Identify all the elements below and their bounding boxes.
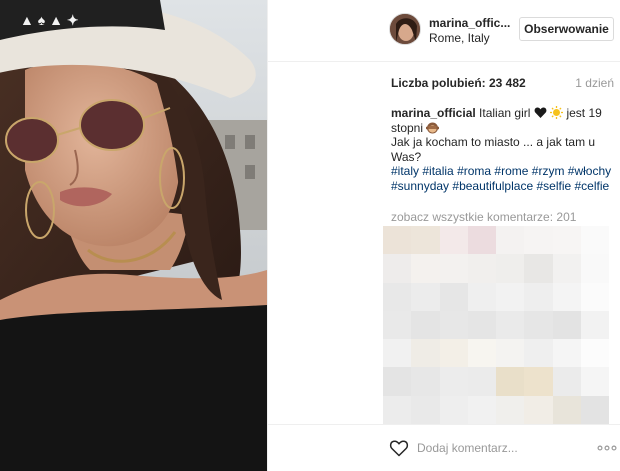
post-photo: ▲ ♠ ▲ ✦ xyxy=(0,0,267,471)
following-button[interactable]: Obserwowanie xyxy=(519,17,614,41)
black-heart-emoji xyxy=(534,107,547,118)
caption: marina_official Italian girl jest 19 sto… xyxy=(391,106,613,194)
hashtag-link[interactable]: #roma xyxy=(457,164,491,178)
add-comment-input[interactable] xyxy=(417,438,587,458)
post-time[interactable]: 1 dzień xyxy=(575,76,614,90)
hashtag-link[interactable]: #sunnyday xyxy=(391,179,449,193)
avatar[interactable] xyxy=(389,13,421,45)
hashtag-link[interactable]: #beautifulplace xyxy=(452,179,533,193)
comment-bar xyxy=(268,424,620,471)
avatar-image xyxy=(390,14,420,44)
view-all-comments-link[interactable]: zobacz wszystkie komentarze: 201 xyxy=(391,210,576,224)
more-options-icon[interactable] xyxy=(597,439,617,457)
hashtag-link[interactable]: #rzym xyxy=(532,164,565,178)
caption-text-part1: Italian girl xyxy=(479,106,531,120)
caption-text-line2: Jak ja kocham to miasto ... a jak tam u … xyxy=(391,135,596,164)
sun-emoji xyxy=(550,106,564,119)
hashtag-link[interactable]: #rome xyxy=(494,164,528,178)
heart-icon[interactable] xyxy=(389,438,409,458)
hashtag-link[interactable]: #italia xyxy=(422,164,453,178)
svg-text:▲ ♠ ▲ ✦: ▲ ♠ ▲ ✦ xyxy=(20,12,79,28)
pixelated-comments xyxy=(383,226,609,424)
likes-count[interactable]: Liczba polubień: 23 482 xyxy=(391,76,526,90)
post-header: marina_offic... Rome, Italy Obserwowanie xyxy=(268,0,620,62)
hashtags: #italy #italia #roma #rome #rzym #włochy… xyxy=(391,164,611,193)
hashtag-link[interactable]: #selfie xyxy=(536,179,571,193)
see-no-evil-monkey-emoji xyxy=(426,122,440,134)
username-link[interactable]: marina_offic... xyxy=(429,16,510,30)
hashtag-link[interactable]: #celfie xyxy=(575,179,610,193)
hashtag-link[interactable]: #italy xyxy=(391,164,419,178)
hashtag-link[interactable]: #włochy xyxy=(568,164,611,178)
caption-username[interactable]: marina_official xyxy=(391,106,476,120)
location-link[interactable]: Rome, Italy xyxy=(429,31,490,45)
photo-illustration: ▲ ♠ ▲ ✦ xyxy=(0,0,267,471)
post-side-panel: marina_offic... Rome, Italy Obserwowanie… xyxy=(267,0,620,471)
